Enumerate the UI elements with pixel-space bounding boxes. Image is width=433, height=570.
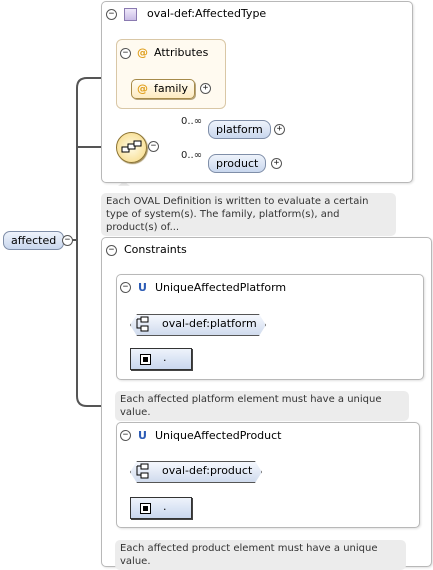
constraints-header: Constraints <box>124 243 187 256</box>
field-xpath: . <box>163 500 167 513</box>
unique-constraint-name: UniqueAffectedPlatform <box>154 281 287 294</box>
product-label: product <box>216 157 259 170</box>
unique-constraint-name: UniqueAffectedProduct <box>154 429 282 442</box>
attribute-family-label: family <box>154 82 188 95</box>
field-icon <box>140 503 151 514</box>
attributes-header: @ Attributes <box>137 46 208 59</box>
minus-circle-icon[interactable]: − <box>120 282 131 293</box>
product-multiplicity: 0..∞ <box>181 150 203 161</box>
plus-circle-icon[interactable]: + <box>200 83 211 94</box>
plus-circle-icon[interactable]: + <box>274 124 285 135</box>
root-element-affected[interactable]: affected <box>3 231 65 250</box>
field-xpath: . <box>163 351 167 364</box>
minus-circle-icon[interactable]: − <box>62 235 73 246</box>
minus-circle-icon[interactable]: − <box>120 430 131 441</box>
type-name: oval-def:AffectedType <box>147 7 267 20</box>
minus-circle-icon[interactable]: − <box>148 141 159 152</box>
minus-circle-icon[interactable]: − <box>120 48 131 59</box>
unique-key-icon: U <box>138 429 147 442</box>
attributes-header-label: Attributes <box>154 46 209 59</box>
minus-circle-icon[interactable]: − <box>106 9 117 20</box>
field-box[interactable]: . <box>130 497 192 519</box>
complex-type-icon <box>124 8 137 21</box>
platform-label: platform <box>216 123 263 136</box>
selector-icon <box>136 316 149 332</box>
element-platform[interactable]: platform <box>208 120 271 139</box>
selector-xpath: oval-def:product <box>162 464 253 477</box>
constraint-documentation: Each affected platform element must have… <box>115 391 409 421</box>
unique-constraint-title: U UniqueAffectedProduct <box>138 429 282 442</box>
minus-circle-icon[interactable]: − <box>106 245 117 256</box>
sequence-compositor-icon[interactable] <box>116 132 147 163</box>
platform-multiplicity: 0..∞ <box>181 116 203 127</box>
type-documentation: Each OVAL Definition is written to evalu… <box>101 193 396 236</box>
field-icon <box>140 354 151 365</box>
attribute-marker-icon: @ <box>137 82 148 95</box>
element-product[interactable]: product <box>208 154 267 173</box>
root-element-label: affected <box>11 234 57 247</box>
constraint-documentation: Each affected product element must have … <box>115 540 406 570</box>
attribute-family[interactable]: @ family <box>131 79 195 99</box>
selector-icon <box>136 463 149 479</box>
attribute-marker-icon: @ <box>137 46 148 59</box>
selector-xpath: oval-def:platform <box>162 317 257 330</box>
field-box[interactable]: . <box>130 348 192 370</box>
unique-key-icon: U <box>138 281 147 294</box>
plus-circle-icon[interactable]: + <box>271 158 282 169</box>
unique-constraint-title: U UniqueAffectedPlatform <box>138 281 286 294</box>
